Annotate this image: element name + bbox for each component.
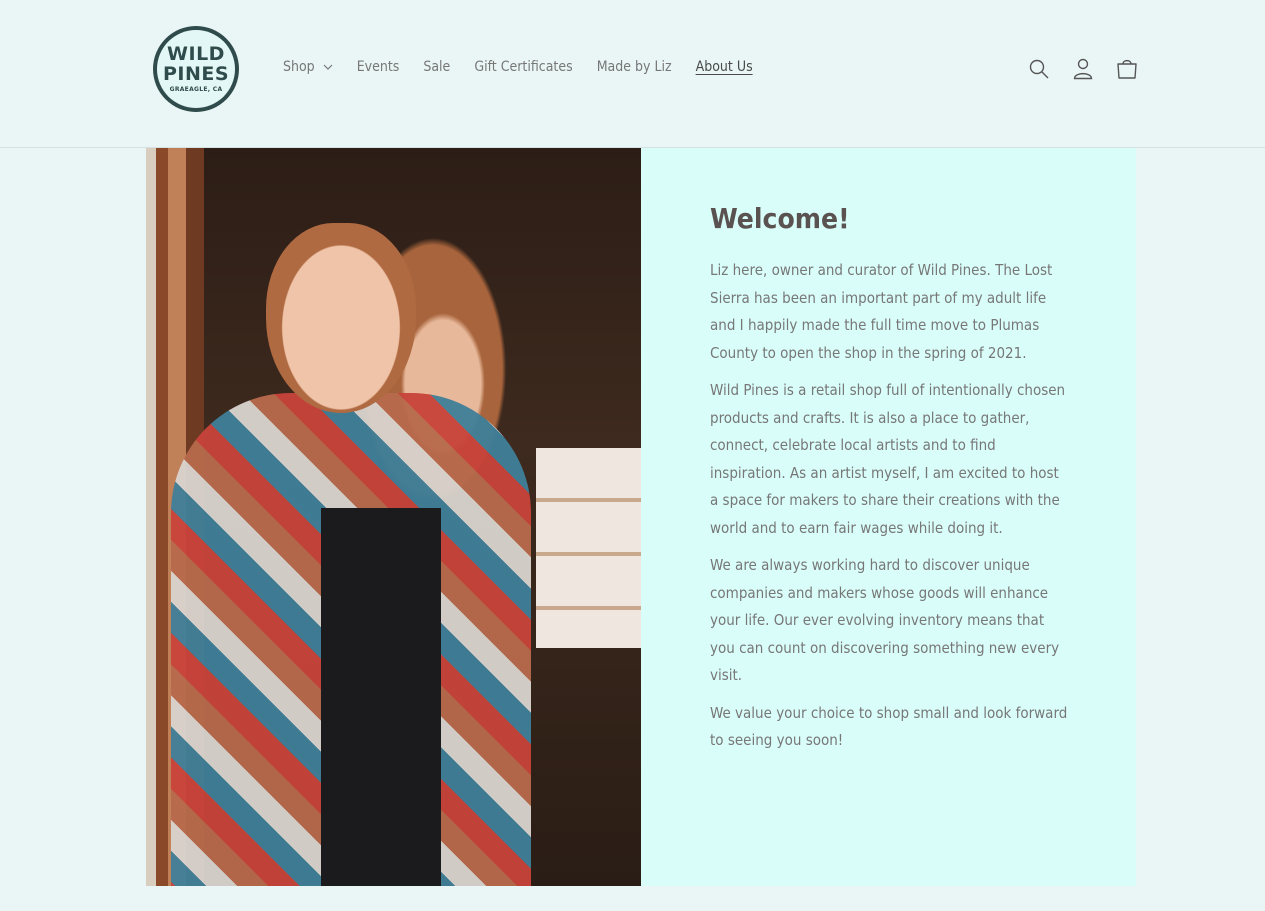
- chevron-down-icon: [323, 64, 333, 70]
- welcome-panel: Welcome! Liz here, owner and curator of …: [641, 148, 1136, 886]
- nav-shop-label: Shop: [283, 59, 315, 75]
- logo-line2: PINES: [162, 63, 230, 85]
- welcome-paragraph-2: Wild Pines is a retail shop full of inte…: [710, 381, 1066, 537]
- nav-shop[interactable]: Shop: [283, 59, 333, 75]
- nav-made-by-liz[interactable]: Made by Liz: [597, 59, 672, 75]
- owner-photo: [146, 148, 641, 886]
- search-icon[interactable]: [1027, 57, 1051, 81]
- main-nav: Shop Events Sale Gift Certificates Made …: [283, 59, 777, 75]
- photo-face: [266, 223, 416, 413]
- wild-pines-logo[interactable]: WILD PINES GRAEAGLE, CA: [153, 26, 239, 112]
- welcome-paragraph-1: Liz here, owner and curator of Wild Pine…: [710, 261, 1053, 362]
- site-header: WILD PINES GRAEAGLE, CA Shop Events Sale…: [0, 0, 1265, 148]
- welcome-title: Welcome!: [710, 202, 850, 235]
- logo-badge: WILD PINES GRAEAGLE, CA: [157, 30, 235, 108]
- nav-about-us[interactable]: About Us: [696, 59, 753, 75]
- welcome-body: Liz here, owner and curator of Wild Pine…: [710, 257, 1070, 765]
- photo-shirt: [321, 508, 441, 886]
- logo-line1: WILD: [167, 43, 225, 65]
- nav-gift-certificates[interactable]: Gift Certificates: [474, 59, 572, 75]
- welcome-paragraph-4: We value your choice to shop small and l…: [710, 703, 1068, 750]
- logo-location: GRAEAGLE, CA: [169, 86, 223, 93]
- account-icon[interactable]: [1071, 57, 1095, 81]
- photo-cards-display: [536, 448, 641, 648]
- cart-icon[interactable]: [1115, 57, 1139, 81]
- welcome-paragraph-3: We are always working hard to discover u…: [710, 556, 1060, 684]
- nav-events[interactable]: Events: [357, 59, 400, 75]
- header-actions: [1027, 57, 1139, 81]
- nav-sale[interactable]: Sale: [423, 59, 450, 75]
